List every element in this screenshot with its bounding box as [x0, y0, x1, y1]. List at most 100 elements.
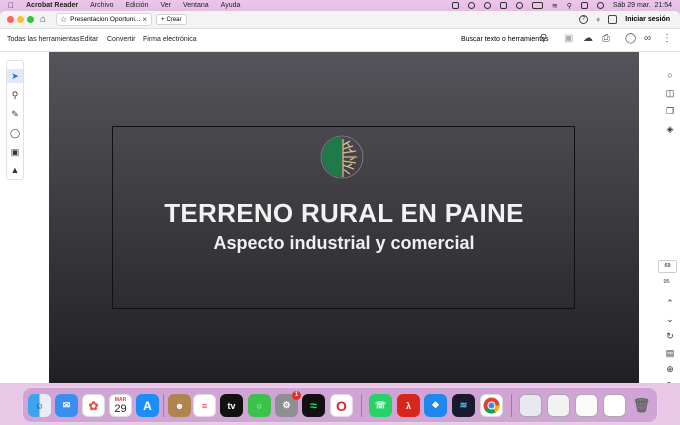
photos-icon[interactable]: ✿ [82, 394, 105, 417]
plus-icon: + [161, 16, 165, 23]
chrome-icon[interactable] [480, 394, 503, 417]
search-tools-label[interactable]: Buscar texto o herramientas [461, 36, 549, 43]
notifications-bell-icon[interactable]: ♦ [596, 15, 600, 24]
slide-subtitle: Aspecto industrial y comercial [213, 233, 475, 253]
create-button[interactable]: + Crear [156, 14, 187, 25]
recent-window-thumbnail-3[interactable] [575, 394, 598, 417]
stamp-tool-icon[interactable]: ▲ [7, 165, 23, 175]
settings-badge: 1 [292, 391, 301, 400]
share-link-icon[interactable]: ◯ [625, 34, 636, 44]
acrobat-window: ⌂ ☆ Presentacion Oportuni... × + Crear ?… [0, 11, 680, 383]
dock-separator [163, 394, 164, 417]
status-icon-screen[interactable] [451, 2, 459, 9]
status-icon-record[interactable] [483, 2, 491, 9]
wifi-icon[interactable]: ≋ [552, 2, 558, 10]
chrome-logo [483, 397, 500, 414]
siri-icon[interactable] [596, 2, 604, 9]
page-export-icon[interactable]: ▤ [665, 348, 675, 359]
zoom-out-icon[interactable]: ⊖ [665, 380, 673, 383]
menu-convert[interactable]: Convertir [107, 36, 135, 43]
dock: ☺ ✉ ✿ MAR 29 A ☻ ≡ tv ○ ⚙ 1 ≈ O ☏ λ ❖ ≋ 🗑 [22, 387, 658, 423]
select-cursor-icon[interactable]: ➤ [7, 69, 23, 83]
close-tab-icon[interactable]: × [142, 15, 147, 24]
maximize-window-button[interactable] [27, 16, 34, 23]
copy-pages-icon[interactable]: ❐ [665, 106, 675, 117]
messages-icon[interactable]: ○ [248, 394, 271, 417]
apple-tv-icon[interactable]: tv [220, 394, 243, 417]
menu-bar:  Acrobat Reader Archivo Edición Ver Ven… [0, 0, 680, 11]
quick-tools-panel: ➤ ⚲ ✎ ◯ ▣ ▲ [6, 60, 24, 180]
document-workspace: ➤ ⚲ ✎ ◯ ▣ ▲ TERRENO RURAL EN PAINE Aspec… [0, 52, 680, 383]
menu-edit[interactable]: Editar [80, 36, 98, 43]
tv-label: tv [227, 400, 236, 411]
create-button-label: Crear [166, 16, 182, 23]
bookmark-icon[interactable]: ◫ [665, 88, 675, 99]
document-tab[interactable]: ☆ Presentacion Oportuni... × [56, 13, 152, 26]
rotate-icon[interactable]: ↻ [665, 331, 675, 342]
close-window-button[interactable] [7, 16, 14, 23]
apps-grid-icon[interactable] [608, 15, 618, 24]
zoom-in-icon[interactable]: ⊕ [665, 364, 675, 375]
save-icon[interactable]: ▣ [564, 34, 573, 44]
more-options-icon[interactable]: ⋮ [662, 34, 672, 44]
acrobat-icon[interactable]: λ [397, 394, 420, 417]
menu-e-signature[interactable]: Firma electrónica [143, 36, 197, 43]
menu-ver[interactable]: Ver [160, 2, 171, 9]
system-settings-icon[interactable]: ⚙ 1 [275, 391, 301, 417]
main-toolbar: Todas las herramientas Editar Convertir … [0, 29, 680, 52]
safari-icon[interactable]: ❖ [424, 394, 447, 417]
pdf-page-slide: TERRENO RURAL EN PAINE Aspecto industria… [49, 52, 639, 383]
menu-all-tools[interactable]: Todas las herramientas [7, 36, 79, 43]
contacts-icon[interactable]: ☻ [168, 394, 191, 417]
sign-in-button[interactable]: Iniciar sesión [625, 16, 670, 23]
opera-icon[interactable]: O [330, 394, 353, 417]
menu-edicion[interactable]: Edición [125, 2, 148, 9]
layers-icon[interactable]: ◈ [665, 124, 675, 135]
battery-icon[interactable] [531, 2, 543, 9]
minimize-window-button[interactable] [17, 16, 24, 23]
menu-ayuda[interactable]: Ayuda [221, 2, 241, 9]
print-icon[interactable]: ⎙ [602, 34, 610, 44]
app-store-icon[interactable]: A [136, 394, 159, 417]
page-up-icon[interactable]: ⌃ [665, 298, 675, 309]
pen-tool-icon[interactable]: ✎ [7, 109, 23, 120]
recent-window-thumbnail-1[interactable] [519, 394, 542, 417]
control-center-icon[interactable] [580, 2, 588, 9]
comment-icon[interactable]: ○ [665, 70, 675, 80]
spotlight-search-icon[interactable]: ⚲ [567, 2, 572, 10]
company-logo [320, 135, 364, 179]
whatsapp-icon[interactable]: ☏ [369, 394, 392, 417]
mail-icon[interactable]: ✉ [55, 394, 78, 417]
total-pages: 95 [663, 279, 670, 285]
dock-separator [361, 394, 362, 417]
page-down-icon[interactable]: ⌄ [665, 314, 675, 325]
status-icon-share[interactable] [499, 2, 507, 9]
star-icon[interactable]: ☆ [60, 15, 67, 24]
finder-icon[interactable]: ☺ [28, 394, 51, 417]
recent-window-thumbnail-2[interactable] [547, 394, 570, 417]
status-icon-app[interactable] [515, 2, 523, 9]
calendar-icon[interactable]: MAR 29 [109, 394, 132, 417]
menubar-clock[interactable]: Sáb 29 mar. 21:54 [613, 2, 672, 9]
upload-cloud-icon[interactable]: ☁ [583, 34, 593, 44]
menu-archivo[interactable]: Archivo [90, 2, 113, 9]
apple-icon[interactable]:  [8, 1, 14, 10]
lasso-tool-icon[interactable]: ◯ [7, 128, 23, 139]
search-icon[interactable]: ⚲ [540, 34, 547, 44]
current-page-input[interactable]: 69 [658, 260, 677, 273]
menu-app-name[interactable]: Acrobat Reader [26, 2, 78, 9]
reminders-icon[interactable]: ≡ [193, 394, 216, 417]
voice-memos-icon[interactable]: ≋ [452, 394, 475, 417]
menu-ventana[interactable]: Ventana [183, 2, 209, 9]
recent-window-thumbnail-4[interactable] [603, 394, 626, 417]
right-sidebar: ○ ◫ ❐ ◈ ⌃ ⌄ ↻ ▤ ⊕ [640, 52, 680, 383]
home-icon[interactable]: ⌂ [40, 14, 46, 25]
help-icon[interactable]: ? [579, 15, 589, 24]
trash-icon[interactable]: 🗑 [630, 394, 653, 417]
zoom-tool-icon[interactable]: ⚲ [7, 90, 23, 101]
dock-separator [511, 394, 512, 417]
text-tool-icon[interactable]: ▣ [7, 147, 23, 158]
status-icon-sync[interactable] [467, 2, 475, 9]
link-icon[interactable]: ∞ [644, 34, 651, 44]
spotify-icon[interactable]: ≈ [302, 394, 325, 417]
